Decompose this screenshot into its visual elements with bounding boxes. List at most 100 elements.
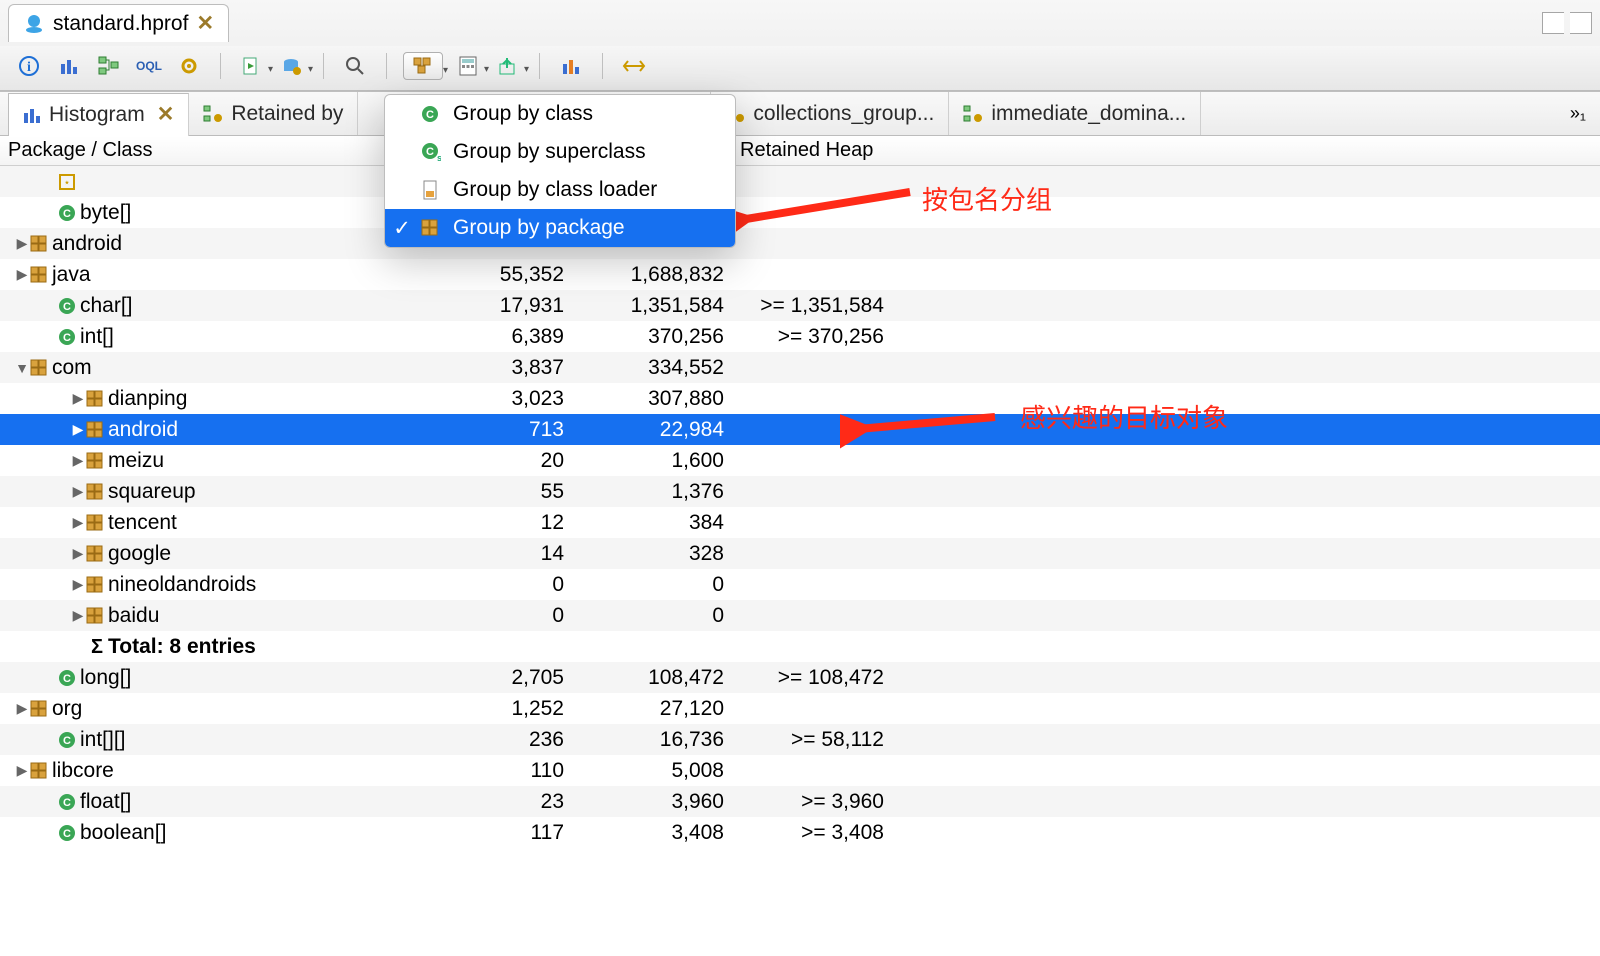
row-name: nineoldandroids bbox=[108, 573, 256, 597]
disclosure-triangle[interactable]: ▶ bbox=[70, 576, 86, 593]
table-row[interactable]: ▶org1,25227,120 bbox=[0, 693, 1600, 724]
minimize-button[interactable] bbox=[1542, 12, 1564, 34]
table-row[interactable]: Cint[][]23616,736>= 58,112 bbox=[0, 724, 1600, 755]
row-name: squareup bbox=[108, 480, 196, 504]
info-icon[interactable]: i bbox=[14, 52, 44, 80]
table-row[interactable]: Cchar[]17,9311,351,584>= 1,351,584 bbox=[0, 290, 1600, 321]
disclosure-triangle[interactable]: ▶ bbox=[70, 514, 86, 531]
cell-objects: 6,389 bbox=[418, 325, 572, 349]
cell-shallow-heap: 334,552 bbox=[572, 356, 732, 380]
col-retained-heap[interactable]: Retained Heap bbox=[732, 136, 892, 165]
row-name: tencent bbox=[108, 511, 177, 535]
row-name: byte[] bbox=[80, 201, 131, 225]
row-name: google bbox=[108, 542, 171, 566]
table-row[interactable]: ▶ nineoldandroids 00 bbox=[0, 569, 1600, 600]
class-icon: C bbox=[58, 328, 80, 346]
check-icon: ✓ bbox=[393, 216, 411, 241]
table-row[interactable]: ⋆ bbox=[0, 166, 1600, 197]
package-icon bbox=[86, 390, 108, 408]
cell-shallow-heap: 0 bbox=[572, 573, 732, 597]
close-icon[interactable]: ✕ bbox=[196, 11, 214, 36]
run-dropdown[interactable]: ▾ bbox=[237, 52, 267, 80]
maximize-button[interactable] bbox=[1570, 12, 1592, 34]
table-row[interactable]: Cfloat[]233,960>= 3,960 bbox=[0, 786, 1600, 817]
disclosure-triangle[interactable]: ▶ bbox=[70, 390, 86, 407]
table-row[interactable]: Cbyte[] bbox=[0, 197, 1600, 228]
svg-text:C: C bbox=[63, 673, 71, 685]
table-row[interactable]: ▶android71322,984 bbox=[0, 414, 1600, 445]
table-row[interactable]: ▶android bbox=[0, 228, 1600, 259]
tab-histogram[interactable]: Histogram ✕ bbox=[8, 93, 189, 136]
disclosure-triangle[interactable]: ▶ bbox=[14, 266, 30, 283]
menu-group-by-superclass[interactable]: Cs Group by superclass bbox=[385, 133, 735, 171]
tab-retained[interactable]: Retained by bbox=[189, 92, 358, 135]
table-row[interactable]: ▶java55,3521,688,832 bbox=[0, 259, 1600, 290]
menu-group-by-classloader[interactable]: Group by class loader bbox=[385, 171, 735, 209]
cell-retained-heap: >= 370,256 bbox=[732, 325, 892, 349]
cell-objects: 0 bbox=[418, 573, 572, 597]
compare-histogram-icon[interactable] bbox=[556, 52, 586, 80]
tab-collections[interactable]: collections_group... bbox=[710, 92, 949, 135]
table-row[interactable]: ▶google14328 bbox=[0, 538, 1600, 569]
package-icon bbox=[86, 452, 108, 470]
expand-icon[interactable] bbox=[619, 52, 649, 80]
svg-text:C: C bbox=[63, 208, 71, 220]
row-name: float[] bbox=[80, 790, 131, 814]
oql-icon[interactable]: OQL bbox=[134, 52, 164, 80]
tab-label: Histogram bbox=[49, 103, 145, 127]
col-package-class[interactable]: Package / Class bbox=[0, 136, 418, 165]
svg-text:⋆: ⋆ bbox=[64, 177, 71, 189]
tree-icon[interactable] bbox=[94, 52, 124, 80]
disclosure-triangle[interactable]: ▶ bbox=[70, 545, 86, 562]
table-row[interactable]: ΣTotal: 8 entries bbox=[0, 631, 1600, 662]
toolbar: i OQL ▾ ▾ ▾ ▾ ▾ bbox=[0, 46, 1600, 91]
disclosure-triangle[interactable]: ▶ bbox=[70, 421, 86, 438]
search-icon[interactable] bbox=[340, 52, 370, 80]
cell-shallow-heap: 1,688,832 bbox=[572, 263, 732, 287]
disclosure-triangle[interactable]: ▶ bbox=[14, 700, 30, 717]
gear-icon[interactable] bbox=[174, 52, 204, 80]
cell-objects: 117 bbox=[418, 821, 572, 845]
group-dropdown[interactable]: ▾ bbox=[403, 52, 443, 80]
cell-objects: 14 bbox=[418, 542, 572, 566]
row-name: com bbox=[52, 356, 92, 380]
tab-label: collections_group... bbox=[753, 102, 934, 126]
cell-objects: 17,931 bbox=[418, 294, 572, 318]
table-row[interactable]: ▶libcore1105,008 bbox=[0, 755, 1600, 786]
table-row[interactable]: ▶tencent12384 bbox=[0, 507, 1600, 538]
histogram-icon[interactable] bbox=[54, 52, 84, 80]
disclosure-triangle[interactable]: ▶ bbox=[14, 762, 30, 779]
disclosure-triangle[interactable]: ▶ bbox=[70, 607, 86, 624]
disclosure-triangle[interactable]: ▶ bbox=[14, 235, 30, 252]
db-gear-dropdown[interactable]: ▾ bbox=[277, 52, 307, 80]
package-icon bbox=[86, 421, 108, 439]
calc-dropdown[interactable]: ▾ bbox=[453, 52, 483, 80]
disclosure-triangle[interactable]: ▼ bbox=[14, 360, 30, 376]
svg-text:i: i bbox=[27, 60, 31, 75]
editor-tab[interactable]: standard.hprof ✕ bbox=[8, 4, 229, 42]
table-row[interactable]: Cint[]6,389370,256>= 370,256 bbox=[0, 321, 1600, 352]
table-row[interactable]: Clong[]2,705108,472>= 108,472 bbox=[0, 662, 1600, 693]
table-row[interactable]: ▶squareup551,376 bbox=[0, 476, 1600, 507]
menu-group-by-class[interactable]: C Group by class bbox=[385, 95, 735, 133]
row-name: long[] bbox=[80, 666, 131, 690]
export-dropdown[interactable]: ▾ bbox=[493, 52, 523, 80]
disclosure-triangle[interactable]: ▶ bbox=[70, 452, 86, 469]
table-row[interactable]: ▼com3,837334,552 bbox=[0, 352, 1600, 383]
tab-label: Retained by bbox=[231, 102, 343, 126]
table-row[interactable]: Cboolean[]1173,408>= 3,408 bbox=[0, 817, 1600, 848]
package-icon bbox=[421, 219, 443, 237]
cell-shallow-heap: 0 bbox=[572, 604, 732, 628]
table-row[interactable]: ▶meizu201,600 bbox=[0, 445, 1600, 476]
group-by-menu: C Group by class Cs Group by superclass … bbox=[384, 94, 736, 248]
close-icon[interactable]: ✕ bbox=[157, 102, 175, 127]
tab-dominators[interactable]: immediate_domina... bbox=[949, 92, 1201, 135]
row-name: int[][] bbox=[80, 728, 126, 752]
column-headers: Package / Class Retained Heap bbox=[0, 136, 1600, 166]
table-row[interactable]: ▶dianping3,023307,880 bbox=[0, 383, 1600, 414]
disclosure-triangle[interactable]: ▶ bbox=[70, 483, 86, 500]
cell-objects: 55,352 bbox=[418, 263, 572, 287]
table-row[interactable]: ▶baidu00 bbox=[0, 600, 1600, 631]
tabs-overflow[interactable]: »₁ bbox=[1564, 103, 1592, 124]
menu-group-by-package[interactable]: ✓ Group by package bbox=[385, 209, 735, 247]
